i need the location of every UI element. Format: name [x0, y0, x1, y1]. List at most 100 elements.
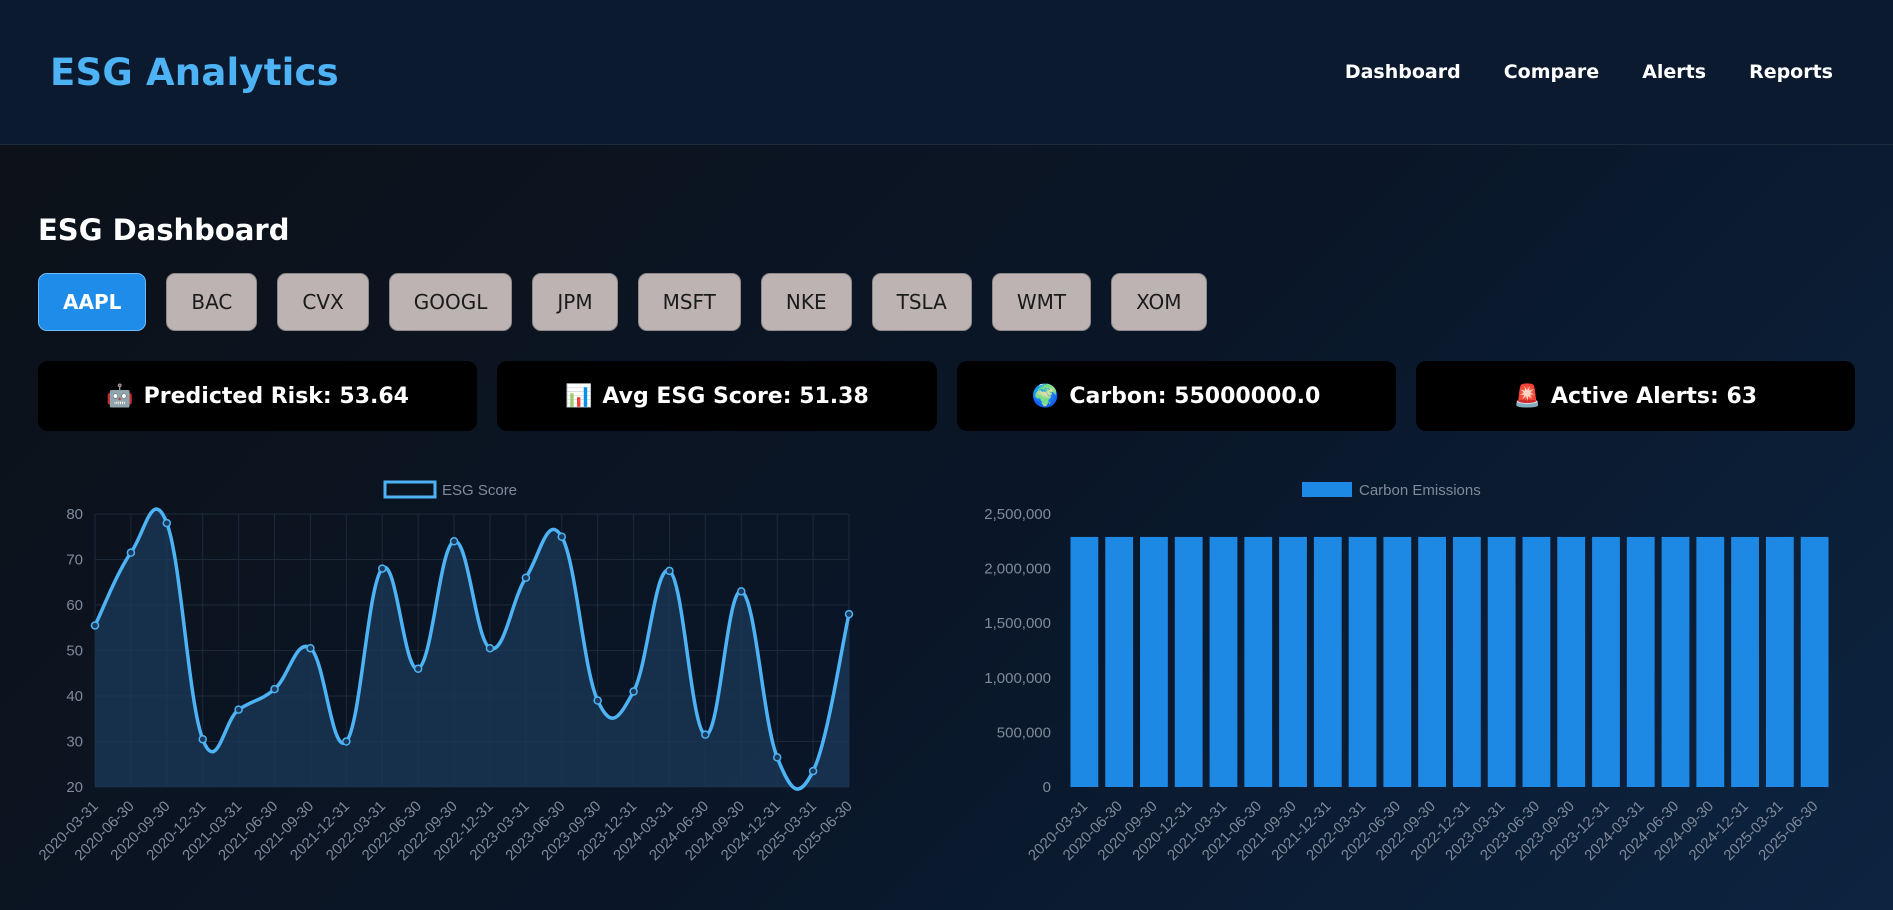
ticker-selector: AAPL BAC CVX GOOGL JPM MSFT NKE TSLA WMT…	[38, 273, 1855, 331]
carbon-card: 🌍 Carbon: 55000000.0	[956, 361, 1396, 431]
page-title: ESG Dashboard	[38, 213, 290, 247]
legend-label-esg-score: ESG Score	[442, 482, 517, 499]
esg-score-point	[306, 643, 315, 653]
y-tick-label: 40	[66, 688, 83, 705]
brand-logo[interactable]: ESG Analytics	[50, 51, 339, 94]
ticker-button-bac[interactable]: BAC	[166, 273, 258, 331]
legend-swatch-carbon-emissions	[1301, 482, 1352, 497]
ticker-button-googl[interactable]: GOOGL	[388, 273, 513, 331]
carbon-emissions-bar	[1522, 536, 1550, 787]
esg-score-point	[629, 687, 638, 696]
predicted-risk-label: Predicted Risk:	[143, 383, 332, 409]
esg-score-point	[808, 766, 818, 776]
esg-score-point	[413, 664, 423, 673]
ticker-button-tsla[interactable]: TSLA	[871, 273, 972, 331]
carbon-emissions-bar	[1556, 536, 1585, 787]
esg-score-line-chart: 20 30 40 50 60 70 80 2020-03-31 2020-06-30 2020-0…	[36, 474, 947, 882]
y-tick-label: 70	[66, 552, 83, 569]
y-tick-label: 1,000,000	[984, 670, 1051, 687]
carbon-emissions-bar	[1174, 536, 1203, 787]
ticker-button-cvx[interactable]: CVX	[277, 273, 369, 331]
carbon-emissions-bar	[1104, 536, 1133, 787]
avg-esg-score-value: 51.38	[799, 383, 869, 409]
carbon-emissions-bar	[1313, 536, 1342, 787]
nav-reports[interactable]: Reports	[1749, 61, 1833, 83]
ticker-button-xom[interactable]: XOM	[1111, 273, 1207, 331]
metric-cards: 🤖 Predicted Risk: 53.64 📊 Avg ESG Score:…	[38, 361, 1855, 431]
y-tick-label: 2,500,000	[984, 506, 1051, 523]
esg-score-point	[126, 548, 136, 557]
carbon-emissions-bar	[1800, 536, 1829, 787]
carbon-emissions-bar	[1730, 536, 1759, 787]
esg-score-point	[90, 621, 100, 630]
active-alerts-value: 63	[1726, 383, 1758, 409]
ticker-button-nke[interactable]: NKE	[760, 273, 852, 331]
dashboard-main: ESG Dashboard AAPL BAC CVX GOOGL JPM MSF…	[0, 213, 1893, 882]
esg-score-point	[521, 573, 531, 582]
carbon-emissions-bar	[1278, 536, 1307, 787]
carbon-emissions-bar-svg: 0 500,000 1,000,000 1,500,000 2,000,000 2,500…	[984, 482, 1829, 864]
avg-esg-score-card: 📊 Avg ESG Score: 51.38	[497, 361, 937, 431]
esg-score-point	[162, 518, 172, 528]
esg-score-point	[449, 537, 459, 546]
robot-icon: 🤖	[106, 383, 134, 409]
globe-icon: 🌍	[1031, 383, 1060, 409]
y-tick-label: 50	[66, 643, 83, 660]
carbon-emissions-bar	[1452, 536, 1481, 787]
y-tick-label: 80	[66, 506, 83, 523]
predicted-risk-card: 🤖 Predicted Risk: 53.64	[38, 361, 478, 431]
esg-score-point	[737, 587, 746, 596]
esg-score-point	[377, 564, 387, 573]
ticker-button-wmt[interactable]: WMT	[991, 273, 1092, 331]
ticker-button-aapl[interactable]: AAPL	[38, 273, 147, 331]
nav-alerts[interactable]: Alerts	[1642, 61, 1706, 83]
esg-score-point	[198, 734, 207, 744]
carbon-emissions-bar	[1417, 536, 1446, 787]
legend-label-carbon-emissions: Carbon Emissions	[1359, 482, 1481, 499]
y-tick-label: 1,500,000	[984, 615, 1051, 632]
carbon-emissions-bar	[1348, 536, 1376, 787]
legend-swatch-esg-score	[383, 480, 437, 499]
carbon-emissions-bar	[1487, 536, 1516, 787]
charts-row: 20 30 40 50 60 70 80 2020-03-31 2020-06-30 2020-0…	[36, 474, 1856, 882]
ticker-button-msft[interactable]: MSFT	[637, 273, 741, 331]
carbon-emissions-bar	[1069, 536, 1098, 787]
active-alerts-card: 🚨 Active Alerts: 63	[1415, 361, 1855, 431]
esg-score-point	[270, 684, 279, 694]
esg-score-point	[342, 737, 351, 746]
main-nav: Dashboard Compare Alerts Reports	[1345, 61, 1833, 83]
active-alerts-label: Active Alerts:	[1551, 383, 1719, 409]
siren-icon: 🚨	[1513, 383, 1542, 409]
y-tick-label: 500,000	[996, 724, 1050, 741]
esg-score-point	[593, 696, 602, 705]
predicted-risk-value: 53.64	[339, 383, 409, 409]
esg-score-point	[701, 730, 710, 739]
carbon-value: 55000000.0	[1174, 383, 1321, 409]
avg-esg-score-label: Avg ESG Score:	[602, 383, 792, 409]
carbon-emissions-bar	[1209, 536, 1237, 787]
carbon-emissions-bar	[1695, 536, 1724, 787]
carbon-emissions-bar	[1243, 536, 1272, 787]
esg-score-point	[665, 566, 674, 576]
y-tick-label: 20	[66, 779, 83, 796]
carbon-emissions-bar	[1765, 536, 1794, 787]
carbon-emissions-bar-chart: 0 500,000 1,000,000 1,500,000 2,000,000 2,500…	[947, 474, 1856, 882]
carbon-emissions-bar	[1139, 536, 1168, 787]
carbon-emissions-bar	[1626, 536, 1655, 787]
y-tick-label: 0	[1042, 779, 1050, 796]
carbon-label: Carbon:	[1069, 383, 1167, 409]
esg-score-line-svg: 203040506070802020-03-312020-06-302020-0…	[36, 480, 856, 864]
esg-score-point	[485, 643, 495, 653]
nav-dashboard[interactable]: Dashboard	[1345, 61, 1461, 83]
y-tick-label: 2,000,000	[984, 561, 1051, 578]
y-tick-label: 60	[66, 597, 83, 614]
bar-chart-icon: 📊	[564, 383, 593, 409]
y-tick-label: 30	[66, 734, 83, 751]
top-header: ESG Analytics Dashboard Compare Alerts R…	[0, 0, 1893, 145]
esg-score-point	[772, 753, 782, 762]
esg-score-point	[234, 705, 243, 714]
nav-compare[interactable]: Compare	[1504, 61, 1599, 83]
esg-score-point	[844, 609, 854, 619]
carbon-emissions-bar	[1382, 536, 1411, 787]
ticker-button-jpm[interactable]: JPM	[532, 273, 618, 331]
